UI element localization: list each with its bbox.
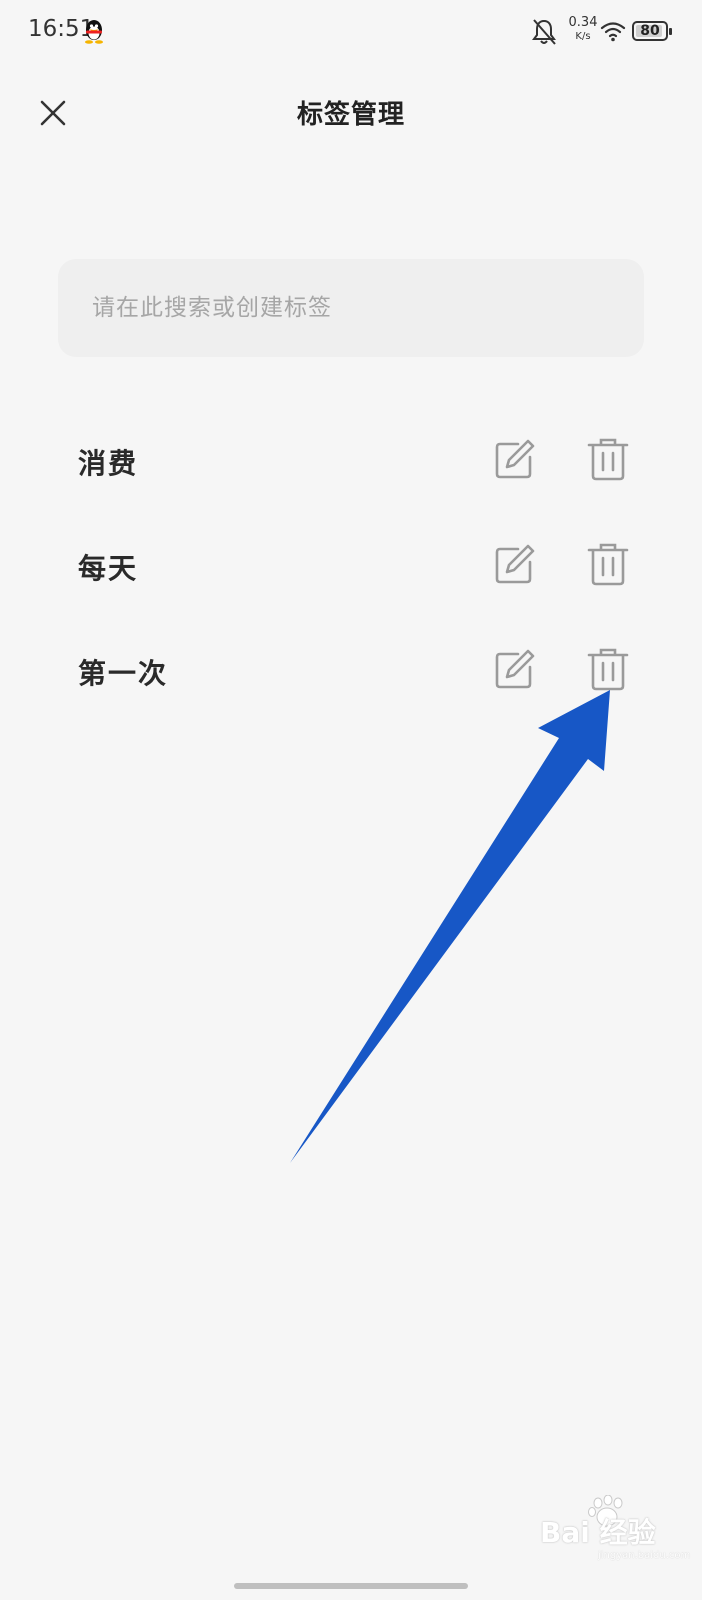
bell-off-icon — [532, 19, 556, 45]
page-title: 标签管理 — [296, 100, 405, 130]
edit-icon[interactable] — [492, 438, 536, 482]
edit-icon[interactable] — [492, 543, 536, 587]
wifi-icon — [600, 22, 626, 42]
network-speed-value: 0.34 — [568, 15, 598, 30]
trash-icon[interactable] — [586, 541, 630, 587]
edit-icon[interactable] — [492, 648, 536, 692]
home-indicator[interactable] — [234, 1583, 468, 1589]
tag-label: 每天 — [78, 552, 139, 585]
tag-label: 第一次 — [78, 657, 169, 690]
search-input[interactable] — [90, 294, 644, 322]
status-bar: 16:51 0.34 K/s 80 — [0, 0, 702, 64]
tag-label: 消费 — [78, 447, 139, 480]
list-item: 第一次 — [0, 620, 702, 720]
trash-icon[interactable] — [586, 646, 630, 692]
trash-icon[interactable] — [586, 436, 630, 482]
list-item: 每天 — [0, 515, 702, 615]
list-item: 消费 — [0, 410, 702, 510]
battery-level: 80 — [640, 23, 660, 39]
battery-icon: 80 — [632, 21, 672, 41]
network-speed: 0.34 K/s — [564, 16, 602, 44]
network-speed-unit: K/s — [575, 31, 591, 42]
qq-icon — [85, 20, 103, 44]
watermark-site: jingyan.baidu.com — [598, 1550, 691, 1561]
annotation-arrow — [290, 690, 610, 1163]
search-box[interactable] — [58, 259, 644, 357]
watermark-text: Bai 经验 — [540, 1516, 656, 1549]
